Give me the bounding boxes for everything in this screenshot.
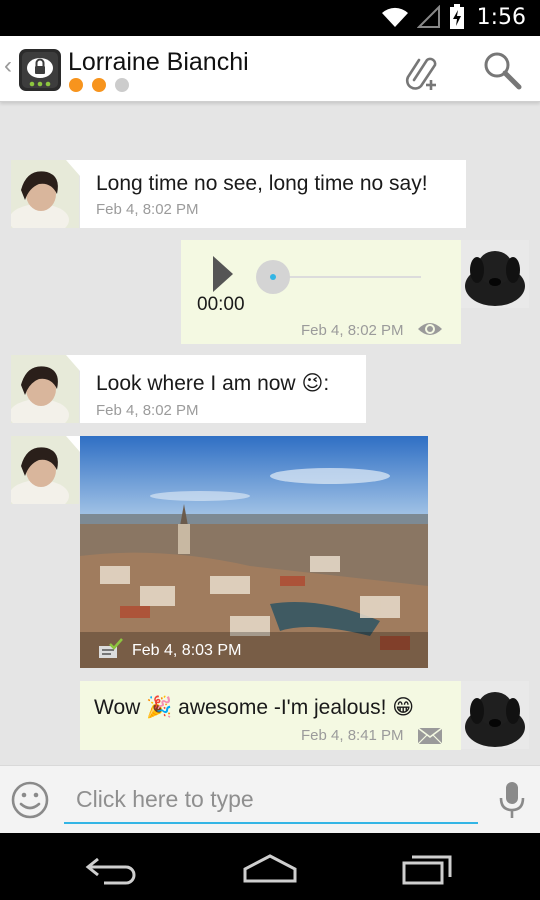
recent-apps-icon[interactable] [398, 851, 458, 885]
presence-dot [92, 78, 106, 92]
wink-emoji: 😉 [301, 371, 324, 395]
message-timestamp: Feb 4, 8:02 PM [301, 322, 404, 339]
emoji-picker-button[interactable] [10, 780, 50, 820]
presence-dot [115, 78, 129, 92]
up-navigation-chevron-icon[interactable]: ‹ [4, 54, 12, 78]
conversation-header: ‹ Lorraine Bianchi [0, 36, 540, 102]
search-button[interactable] [482, 50, 522, 90]
message-timestamp: Feb 4, 8:02 PM [96, 201, 199, 218]
seen-eye-icon [418, 323, 442, 335]
audio-seek-thumb[interactable] [256, 260, 290, 294]
play-icon[interactable] [211, 254, 235, 294]
microphone-button[interactable] [496, 780, 528, 820]
message-timestamp: Feb 4, 8:41 PM [301, 727, 404, 744]
message-list[interactable]: Long time no see, long time no say! Feb … [0, 103, 540, 765]
message-input[interactable] [64, 776, 478, 824]
grin-emoji: 😁 [392, 695, 415, 719]
audio-seek-track[interactable] [271, 276, 421, 278]
system-navigation-bar [0, 833, 540, 900]
presence-dot [69, 78, 83, 92]
bubble-tail [66, 436, 80, 452]
message-timestamp: Feb 4, 8:03 PM [132, 642, 242, 659]
shared-photo-zurich[interactable] [80, 436, 428, 668]
message-bubble-incoming[interactable]: Look where I am now 😉: Feb 4, 8:02 PM [80, 355, 366, 423]
party-popper-emoji: 🎉 [146, 695, 173, 719]
contact-name[interactable]: Lorraine Bianchi [68, 48, 249, 77]
back-icon[interactable] [84, 851, 144, 885]
message-timestamp: Feb 4, 8:02 PM [96, 402, 199, 419]
message-text: Long time no see, long time no say! [96, 172, 428, 195]
voice-duration: 00:00 [197, 294, 245, 315]
my-avatar[interactable] [461, 681, 529, 749]
wifi-icon [381, 7, 408, 27]
message-composer [0, 765, 540, 833]
bubble-tail [66, 160, 80, 176]
home-icon[interactable] [240, 851, 300, 885]
signal-icon [416, 5, 440, 28]
battery-charging-icon [449, 4, 464, 29]
image-message-bubble[interactable]: Feb 4, 8:03 PM [80, 436, 428, 668]
app-logo-lock-chat-icon[interactable] [18, 48, 62, 92]
presence-indicator [69, 78, 129, 92]
status-bar: 1:56 [0, 0, 540, 36]
delivered-check-icon [99, 638, 123, 658]
envelope-icon [418, 728, 442, 744]
message-bubble-incoming[interactable]: Long time no see, long time no say! Feb … [80, 160, 466, 228]
clock: 1:56 [476, 4, 526, 30]
attach-file-button[interactable] [400, 50, 442, 92]
message-bubble-outgoing[interactable]: Wow 🎉 awesome -I'm jealous! 😁 Feb 4, 8:4… [80, 681, 461, 750]
my-avatar[interactable] [461, 240, 529, 308]
bubble-tail [66, 355, 80, 371]
voice-message-bubble[interactable]: 00:00 Feb 4, 8:02 PM [181, 240, 461, 344]
message-text: Look where I am now 😉: [96, 371, 330, 395]
message-text: Wow 🎉 awesome -I'm jealous! 😁 [94, 695, 415, 719]
